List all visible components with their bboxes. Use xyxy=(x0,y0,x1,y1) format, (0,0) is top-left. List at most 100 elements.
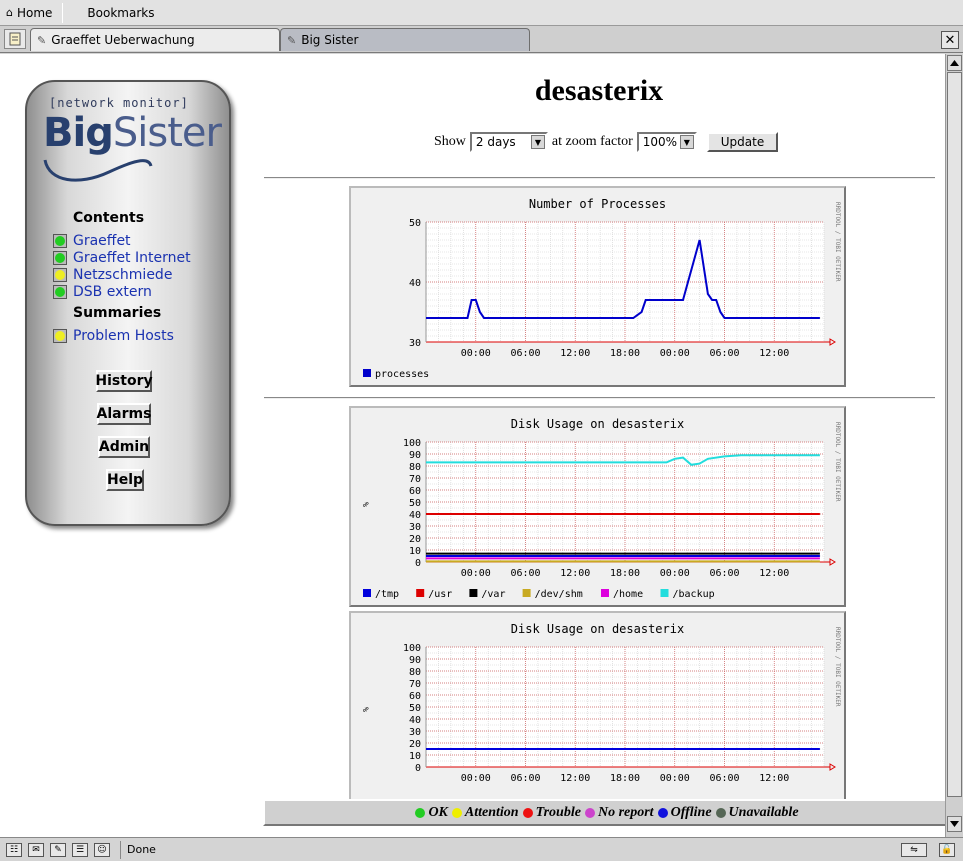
tab-graeffet[interactable]: ✎ Graeffet Ueberwachung xyxy=(30,28,280,51)
y-tick-label: 40 xyxy=(409,278,421,289)
legend-swatch xyxy=(363,369,371,377)
home-link[interactable]: ⌂ Home xyxy=(0,2,58,24)
status-dot-icon xyxy=(657,807,668,818)
admin-button[interactable]: Admin xyxy=(98,436,150,458)
summaries-item-problem-hosts[interactable]: Problem Hosts xyxy=(53,328,174,344)
logo-tagline: [network monitor] xyxy=(49,96,189,110)
help-button[interactable]: Help xyxy=(106,469,144,491)
x-tick-label: 06:00 xyxy=(709,773,739,784)
contents-item-graeffet-internet[interactable]: Graeffet Internet xyxy=(53,250,191,266)
scroll-down-icon[interactable] xyxy=(947,816,962,832)
x-tick-label: 18:00 xyxy=(610,773,640,784)
contents-item-graeffet[interactable]: Graeffet xyxy=(53,233,131,249)
y-tick-label: 30 xyxy=(409,522,421,533)
x-tick-label: 00:00 xyxy=(461,773,491,784)
status-led-icon xyxy=(53,234,67,248)
x-tick-label: 06:00 xyxy=(510,773,540,784)
security-lock-icon[interactable]: 🔓 xyxy=(939,842,955,857)
y-tick-label: 60 xyxy=(409,486,421,497)
status-legend-label: Attention xyxy=(464,804,519,820)
chart-title: Number of Processes xyxy=(529,197,666,211)
range-select[interactable]: 2 days ▼ xyxy=(469,132,548,152)
y-tick-label: 80 xyxy=(409,462,421,473)
y-tick-label: 80 xyxy=(409,667,421,678)
status-legend-label: OK xyxy=(428,804,448,820)
y-tick-label: 50 xyxy=(409,498,421,509)
processes-graph: Number of Processes RRDTOOL / TOBI OETIKE… xyxy=(349,186,846,387)
mail-icon[interactable]: ✉ xyxy=(28,842,44,857)
alarms-button[interactable]: Alarms xyxy=(97,403,151,425)
y-tick-label: 0 xyxy=(415,558,421,569)
x-tick-label: 12:00 xyxy=(560,568,590,579)
status-dot-icon xyxy=(451,807,462,818)
y-tick-label: 100 xyxy=(403,643,421,654)
contents-heading: Contents xyxy=(73,210,145,226)
new-tab-button[interactable] xyxy=(4,29,26,49)
legend-swatch xyxy=(601,589,609,597)
big-sister-logo: BigSister xyxy=(43,110,222,156)
status-led-icon xyxy=(53,268,67,282)
personal-toolbar: ⌂ Home Bookmarks xyxy=(0,0,963,26)
legend-label: /var xyxy=(481,589,505,600)
x-tick-label: 18:00 xyxy=(610,348,640,359)
status-dot-icon xyxy=(522,807,533,818)
x-axis-arrow-icon xyxy=(829,558,836,566)
bookmarks-menu[interactable]: Bookmarks xyxy=(67,2,160,24)
legend-label: /backup xyxy=(673,589,715,600)
vertical-scrollbar[interactable] xyxy=(945,54,963,837)
y-tick-label: 50 xyxy=(409,703,421,714)
browser-status-bar: ☷ ✉ ✎ ☰ ☺ Done ⇋ 🔓 xyxy=(0,837,963,861)
y-tick-label: 70 xyxy=(409,679,421,690)
x-tick-label: 00:00 xyxy=(461,568,491,579)
chart-side-label: RRDTOOL / TOBI OETIKER xyxy=(834,202,841,282)
update-button[interactable]: Update xyxy=(706,132,779,152)
legend-swatch xyxy=(469,589,478,597)
processes-chart: Number of Processes RRDTOOL / TOBI OETIKE… xyxy=(363,197,841,380)
logo-sister: Sister xyxy=(112,110,222,156)
y-tick-label: 20 xyxy=(409,534,421,545)
y-tick-label: 100 xyxy=(403,438,421,449)
navigator-icon[interactable]: ☷ xyxy=(6,842,22,857)
disk-usage-chart-1: Disk Usage on desasterix RRDTOOL / TOBI O… xyxy=(361,417,841,600)
status-legend-ok: OK xyxy=(415,804,448,821)
irc-chat-icon[interactable]: ☺ xyxy=(94,842,110,857)
contents-item-dsb-extern[interactable]: DSB extern xyxy=(53,284,152,300)
chart-title: Disk Usage on desasterix xyxy=(511,622,684,636)
status-legend-no-report: No report xyxy=(584,805,654,821)
zoom-select[interactable]: 100% ▼ xyxy=(636,132,697,152)
scroll-up-icon[interactable] xyxy=(947,55,962,71)
legend-label: processes xyxy=(375,369,429,380)
online-status-icon[interactable]: ⇋ xyxy=(901,842,927,857)
status-legend-attention: Attention xyxy=(451,804,519,821)
status-legend-unavailable: Unavailable xyxy=(715,805,799,821)
contents-item-label: Graeffet Internet xyxy=(73,250,191,266)
summaries-item-label: Problem Hosts xyxy=(73,328,174,344)
composer-icon[interactable]: ✎ xyxy=(50,842,66,857)
status-legend-trouble: Trouble xyxy=(522,805,581,821)
tab-strip: ✎ Graeffet Ueberwachung ✎ Big Sister ✕ xyxy=(0,26,963,53)
scrollbar-thumb[interactable] xyxy=(947,72,962,797)
address-book-icon[interactable]: ☰ xyxy=(72,842,88,857)
legend-swatch xyxy=(660,589,669,597)
x-tick-label: 06:00 xyxy=(709,568,739,579)
home-icon: ⌂ xyxy=(6,6,13,19)
contents-item-netzschmiede[interactable]: Netzschmiede xyxy=(53,267,172,283)
x-tick-label: 00:00 xyxy=(660,348,690,359)
chevron-down-icon: ▼ xyxy=(679,135,694,149)
status-legend: OK Attention Trouble No report Offline U… xyxy=(263,799,945,826)
legend-label: /tmp xyxy=(375,589,399,600)
legend-label: /dev/shm xyxy=(535,589,583,600)
logo-swoosh xyxy=(43,159,153,182)
legend-swatch xyxy=(522,589,531,597)
tab-big-sister[interactable]: ✎ Big Sister xyxy=(280,28,530,51)
history-button[interactable]: History xyxy=(95,370,153,392)
chart-side-label: RRDTOOL / TOBI OETIKER xyxy=(834,422,841,502)
x-tick-label: 12:00 xyxy=(560,773,590,784)
contents-item-label: Graeffet xyxy=(73,233,131,249)
disk-usage-graph-2: Disk Usage on desasterix RRDTOOL / TOBI O… xyxy=(349,611,846,801)
legend-swatch xyxy=(416,589,425,597)
legend-label: /home xyxy=(613,589,643,600)
range-value: 2 days xyxy=(475,135,516,149)
close-tab-button[interactable]: ✕ xyxy=(941,31,959,49)
tab-page-icon: ✎ xyxy=(287,33,297,47)
